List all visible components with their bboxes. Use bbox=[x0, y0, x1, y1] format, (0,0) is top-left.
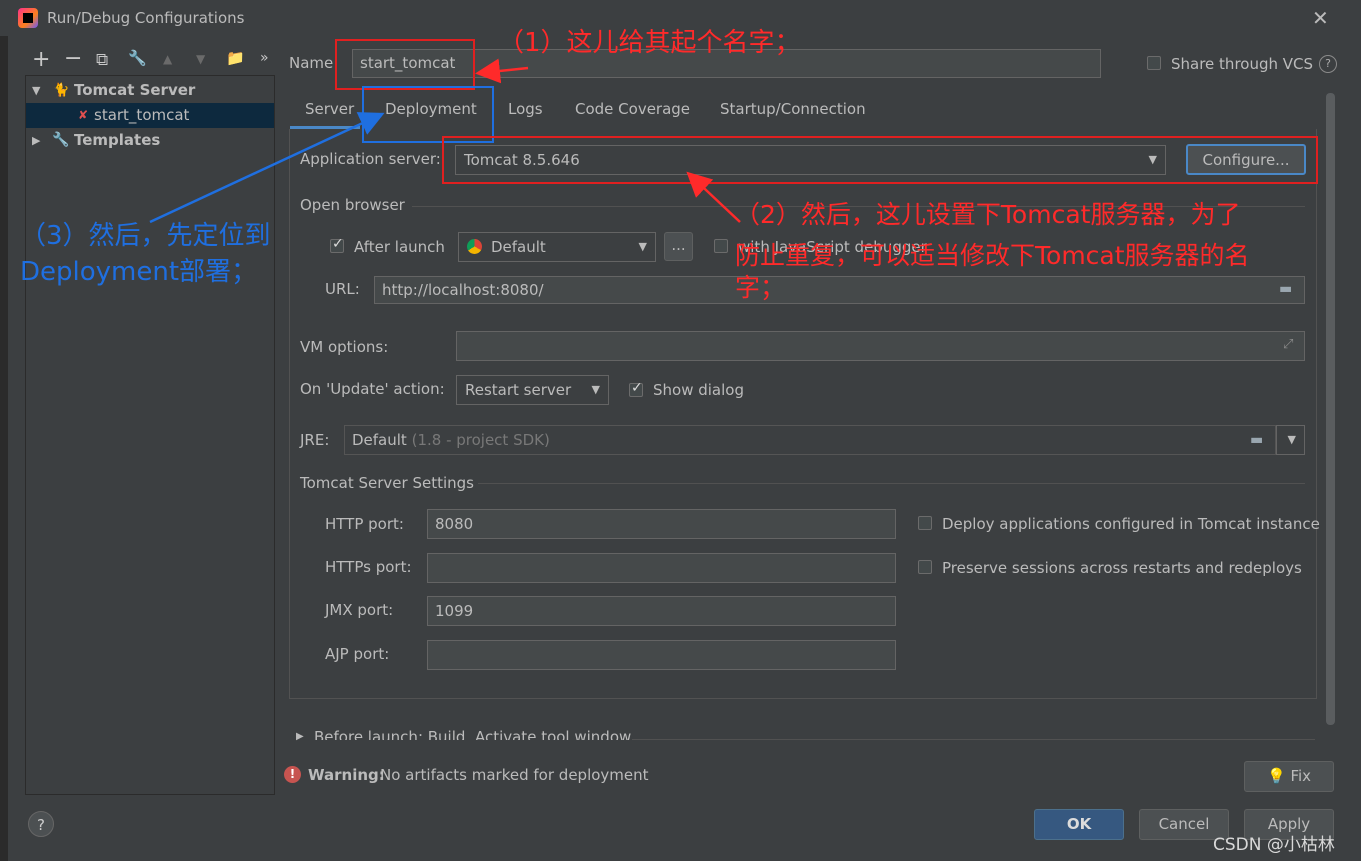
annotation-arrow-1 bbox=[475, 58, 529, 84]
annotation-arrows bbox=[149, 58, 741, 224]
annotation-arrow-3 bbox=[149, 112, 385, 224]
annotation-arrow-2 bbox=[686, 171, 741, 223]
watermark: CSDN @小枯林 bbox=[1213, 835, 1335, 855]
